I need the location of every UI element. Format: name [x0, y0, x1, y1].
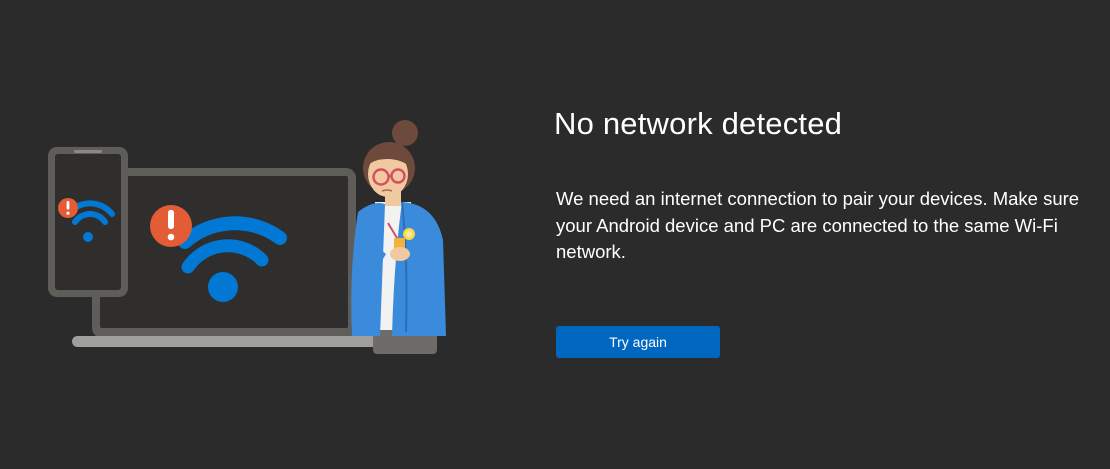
warning-icon	[150, 205, 192, 247]
error-message: We need an internet connection to pair y…	[556, 188, 1080, 262]
dialog-content: No network detected We need an internet …	[554, 104, 1104, 358]
phone-icon	[48, 147, 128, 297]
warning-icon	[58, 198, 78, 218]
no-network-illustration	[48, 120, 446, 354]
page-title: No network detected	[554, 106, 843, 141]
app-window: No network detected We need an internet …	[0, 0, 1110, 469]
person-figure	[351, 120, 446, 354]
try-again-button[interactable]: Try again	[556, 326, 720, 358]
